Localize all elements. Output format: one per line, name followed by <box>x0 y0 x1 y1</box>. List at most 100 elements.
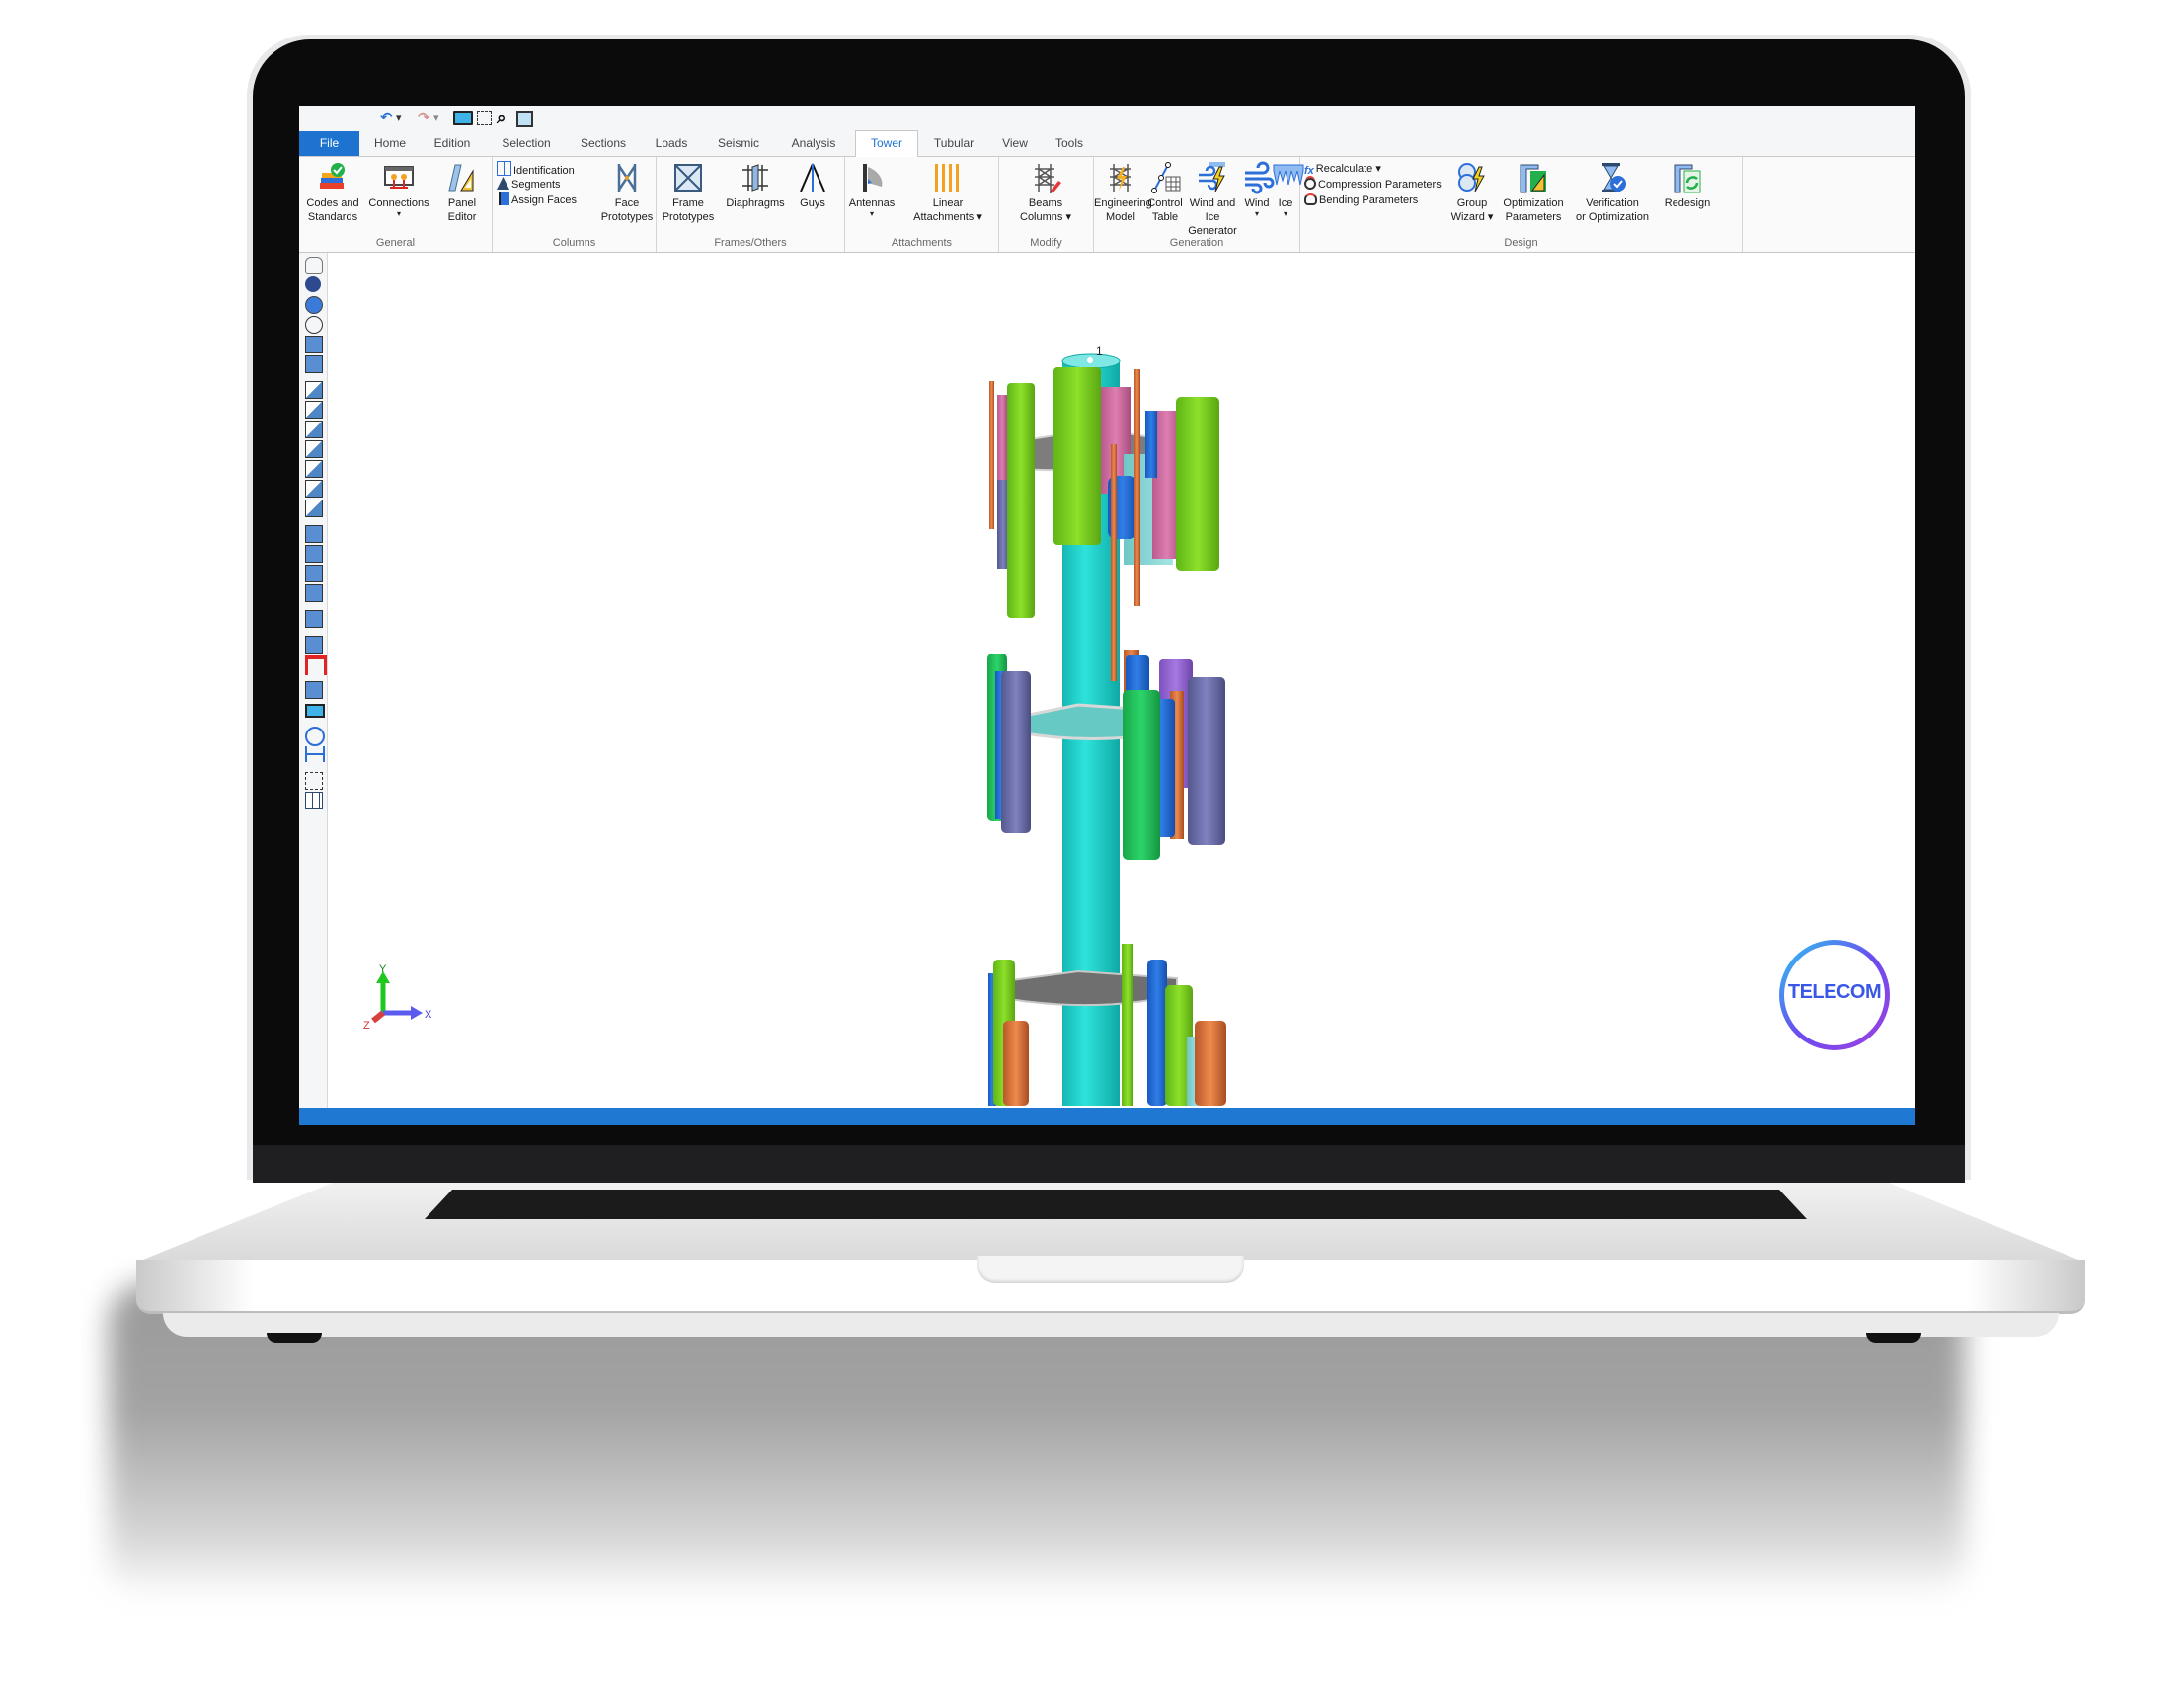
antennas-button[interactable]: Antennas ▾ <box>847 161 897 218</box>
view-right-icon[interactable] <box>305 421 323 438</box>
globe-view-icon[interactable] <box>305 276 321 292</box>
codes-standards-button[interactable]: Codes and Standards <box>303 161 362 224</box>
tab-file[interactable]: File <box>299 131 359 156</box>
segments-button[interactable]: Segments <box>497 177 561 192</box>
tab-tools[interactable]: Tools <box>1042 131 1097 156</box>
y-axis-label: Y <box>379 963 387 975</box>
frame-prototypes-button[interactable]: Frame Prototypes <box>659 161 718 224</box>
pan-icon[interactable] <box>305 257 323 274</box>
z-axis-label: Z <box>363 1020 370 1032</box>
tab-view[interactable]: View <box>990 131 1040 156</box>
select-region-icon[interactable] <box>477 111 492 125</box>
tab-seismic[interactable]: Seismic <box>704 131 773 156</box>
undo-icon[interactable]: ↶ <box>380 110 393 127</box>
compression-parameters-button[interactable]: Compression Parameters <box>1304 177 1442 192</box>
undo-dropdown-icon[interactable]: ▾ <box>396 110 402 127</box>
ribbon-group-design: fx Recalculate ▾ Compression Parameters B… <box>1300 157 1743 252</box>
view-back-icon[interactable] <box>305 401 323 419</box>
bending-parameters-button[interactable]: Bending Parameters <box>1304 192 1418 208</box>
fit-all-icon[interactable] <box>305 525 323 543</box>
view-iso-icon[interactable] <box>305 500 323 517</box>
tab-tower[interactable]: Tower <box>855 130 918 158</box>
engineering-model-button[interactable]: Engineering Model <box>1094 161 1152 224</box>
visibility-icon[interactable] <box>305 545 323 563</box>
view-top-icon[interactable] <box>305 460 323 478</box>
wind-ice-generator-label-2: Generator <box>1188 225 1237 237</box>
optimization-parameters-icon <box>1520 164 1546 193</box>
tab-analysis[interactable]: Analysis <box>777 131 850 156</box>
antenna-panel <box>1001 671 1031 833</box>
recalculate-button[interactable]: fx Recalculate ▾ <box>1304 161 1381 177</box>
zoom-window-icon[interactable] <box>305 336 323 353</box>
logo-text: TELECOM <box>1787 981 1882 1003</box>
connections-dropdown-icon[interactable]: ▾ <box>364 210 433 218</box>
ice-button[interactable]: Ice ▾ <box>1272 161 1304 218</box>
verification-label-1: Verification <box>1586 197 1639 209</box>
rotate-icon[interactable] <box>305 316 323 334</box>
wind-icon <box>1245 161 1275 194</box>
section-view-icon[interactable] <box>305 565 323 582</box>
antenna-panel <box>1176 397 1219 571</box>
engineering-model-icon <box>1110 164 1131 192</box>
tab-loads[interactable]: Loads <box>641 131 702 156</box>
laptop-keyboard <box>425 1190 1807 1219</box>
view-left-icon[interactable] <box>305 440 323 458</box>
redo-dropdown-icon[interactable]: ▾ <box>433 110 439 127</box>
antenna-rod <box>1111 444 1117 681</box>
connections-label: Connections <box>368 197 429 209</box>
grid-icon[interactable] <box>305 792 323 809</box>
tab-sections[interactable]: Sections <box>568 131 639 156</box>
view-front-icon[interactable] <box>305 381 323 399</box>
connections-button[interactable]: Connections ▾ <box>364 161 433 218</box>
assign-faces-button[interactable]: Assign Faces <box>497 192 577 208</box>
dimension-icon[interactable] <box>305 746 325 762</box>
wind-ice-generator-button[interactable]: Wind and Ice Generator <box>1183 161 1242 238</box>
display-icon[interactable] <box>305 704 325 718</box>
wind-button[interactable]: Wind ▾ <box>1242 161 1275 218</box>
optimization-parameters-button[interactable]: Optimization Parameters <box>1498 161 1569 224</box>
monitor-icon[interactable] <box>453 111 473 125</box>
tab-edition[interactable]: Edition <box>420 131 485 156</box>
guys-button[interactable]: Guys <box>793 161 832 210</box>
compression-icon <box>1304 178 1316 190</box>
search-icon[interactable]: ⌕ <box>497 110 507 127</box>
redo-icon[interactable]: ↷ <box>418 110 430 127</box>
wind-ice-generator-label-1: Wind and Ice <box>1189 197 1236 223</box>
zoom-extents-icon[interactable] <box>305 355 323 373</box>
face-prototypes-icon <box>617 164 637 192</box>
center-icon[interactable] <box>305 727 325 746</box>
group-wizard-button[interactable]: Group Wizard ▾ <box>1448 161 1496 224</box>
frame-view-icon[interactable] <box>305 681 323 699</box>
orbit-icon[interactable] <box>305 296 323 314</box>
diaphragms-icon <box>742 164 768 192</box>
antennas-dropdown-icon[interactable]: ▾ <box>847 210 897 218</box>
select-box-icon[interactable] <box>305 772 323 790</box>
verification-optimization-button[interactable]: Verification or Optimization <box>1569 161 1656 224</box>
beams-columns-button[interactable]: Beams Columns ▾ <box>1011 161 1080 224</box>
zoom-window-icon[interactable] <box>516 111 533 127</box>
control-table-button[interactable]: Control Table <box>1147 161 1183 224</box>
hide-icon[interactable] <box>305 636 323 654</box>
redesign-button[interactable]: Redesign <box>1658 161 1717 210</box>
save-view-icon[interactable] <box>305 610 323 628</box>
3d-viewport[interactable]: 1 Y X Z TELECOM <box>328 253 1915 1125</box>
wind-dropdown-icon[interactable]: ▾ <box>1242 210 1272 218</box>
antenna-panel <box>1003 1021 1029 1106</box>
diaphragms-button[interactable]: Diaphragms <box>722 161 789 210</box>
telecom-logo: TELECOM <box>1779 940 1890 1050</box>
beams-columns-icon <box>1035 164 1061 193</box>
show-red-icon[interactable] <box>305 655 327 675</box>
clip-view-icon[interactable] <box>305 584 323 602</box>
ribbon-group-frames: Frame Prototypes Diaphragms Guys Frames/… <box>657 157 845 252</box>
view-bottom-icon[interactable] <box>305 480 323 498</box>
tab-selection[interactable]: Selection <box>487 131 566 156</box>
tab-home[interactable]: Home <box>360 131 420 156</box>
antenna-panel <box>1188 677 1225 845</box>
panel-editor-button[interactable]: Panel Editor <box>437 161 487 224</box>
laptop-notch <box>977 1256 1244 1283</box>
linear-attachments-button[interactable]: Linear Attachments ▾ <box>900 161 995 224</box>
group-label-columns: Columns <box>552 237 596 249</box>
tab-tubular[interactable]: Tubular <box>919 131 988 156</box>
face-prototypes-button[interactable]: Face Prototypes <box>599 161 655 224</box>
ice-dropdown-icon[interactable]: ▾ <box>1272 210 1299 218</box>
